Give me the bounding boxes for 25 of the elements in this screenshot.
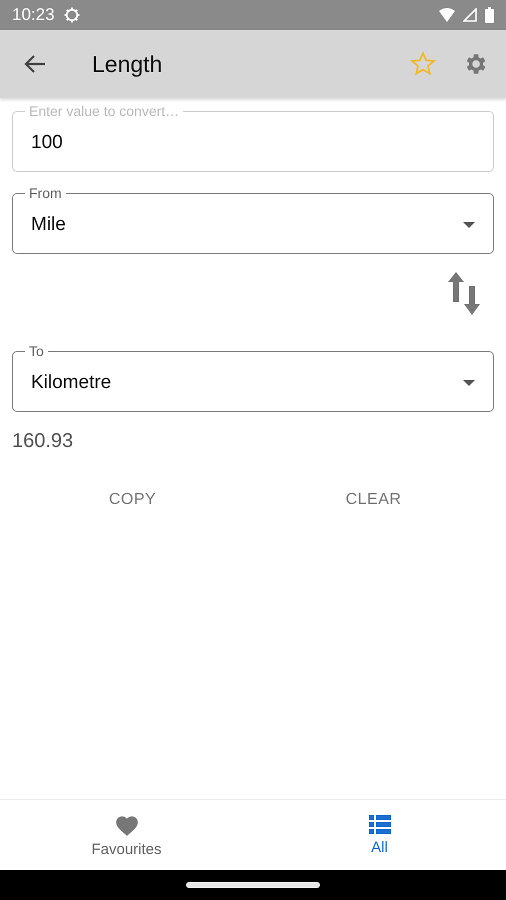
nav-tab[interactable]: All <box>253 800 506 870</box>
dropdown[interactable]: From Mile <box>12 186 494 254</box>
back-arrow-icon <box>24 54 46 74</box>
dropdown-arrow-icon <box>463 222 475 228</box>
text-button[interactable]: COPY <box>12 483 253 517</box>
field-label: Enter value to convert… <box>28 104 180 118</box>
list-icon <box>368 814 390 834</box>
signal-icon <box>463 8 477 22</box>
result-value: 160.93 <box>12 430 74 453</box>
dropdown-value: Kilometre <box>31 372 112 394</box>
dropdown[interactable]: To Kilometre <box>12 344 494 412</box>
dropdown-arrow-icon <box>463 380 475 386</box>
value-input-field[interactable]: Enter value to convert… 100 <box>12 104 494 172</box>
battery-icon <box>485 7 494 23</box>
field-label: From <box>28 186 63 200</box>
swap-arrows-icon <box>446 272 482 316</box>
field-label: To <box>28 344 45 358</box>
value-input[interactable]: 100 <box>31 132 475 154</box>
screen-title: Length <box>92 50 164 78</box>
dropdown-value: Mile <box>31 214 67 236</box>
wifi-icon <box>439 8 455 22</box>
status-time: 10:23 <box>12 5 55 25</box>
nav-tab[interactable]: Favourites <box>0 800 253 870</box>
text-button[interactable]: CLEAR <box>253 483 494 517</box>
gear-icon <box>62 6 81 24</box>
